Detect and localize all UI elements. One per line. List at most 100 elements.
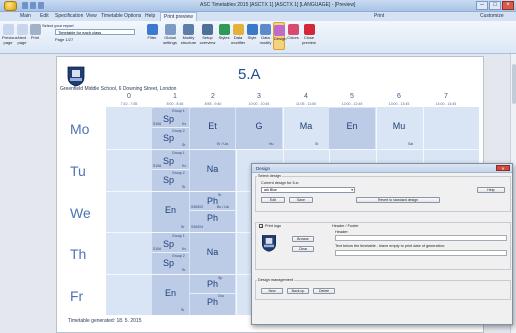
print-button[interactable]: Print xyxy=(29,24,41,41)
header-footer-label: Header / Footer xyxy=(332,224,359,228)
clear-button[interactable]: Clear xyxy=(292,246,314,252)
tab-print-preview[interactable]: Print preview xyxy=(160,12,197,21)
title-bar: ASC Timetables 2015 [ASCTX 1] [ASCTX 1] … xyxy=(0,0,516,12)
modify-structure-button[interactable]: Modify structure xyxy=(180,24,197,45)
window-title: ASC Timetables 2015 [ASCTX 1] [ASCTX 1] … xyxy=(200,2,356,8)
footer-text-label: Text below the timetable - leave empty t… xyxy=(335,244,445,248)
design-button[interactable]: Design xyxy=(273,22,286,50)
tab-timetable[interactable]: Timetable xyxy=(101,13,123,19)
lesson-subject: Ma xyxy=(299,121,313,131)
filter-icon xyxy=(146,24,158,35)
lesson-cell[interactable]: Sr Ph S30002 Bu / Ua Ph S30004 xyxy=(190,192,235,232)
next-page-button[interactable]: Next page xyxy=(16,24,28,45)
day-label: Tu xyxy=(70,163,86,179)
lesson-cell[interactable]: G Hu xyxy=(236,108,282,149)
maximize-button[interactable]: □ xyxy=(489,1,501,10)
ribbon-tabs: Main Edit Specification View Timetable O… xyxy=(0,12,516,21)
data-modifier-button[interactable]: Data modifier xyxy=(231,24,245,45)
close-preview-button[interactable]: Close preview xyxy=(302,24,316,45)
lesson-cell[interactable]: Sp Ph Gro Ph xyxy=(190,275,235,315)
select-report-label: Select your report xyxy=(42,23,74,28)
minimize-button[interactable]: – xyxy=(476,1,488,10)
data-modify-icon xyxy=(260,24,271,35)
lesson-cell[interactable]: Group 1 Sp S106 Kv Group 2 Sp Sr xyxy=(152,233,189,274)
print-logo-checkbox[interactable]: ✓ xyxy=(259,224,263,229)
ribbon: Previous page Next page Print Select you… xyxy=(0,21,516,54)
setup-overview-button[interactable]: Setup overview xyxy=(199,24,216,45)
dialog-close-button[interactable]: ✕ xyxy=(496,165,510,171)
colors-button[interactable]: Colors xyxy=(287,24,299,41)
save-button[interactable]: Save xyxy=(289,197,313,203)
day-label: We xyxy=(70,205,91,221)
design-select[interactable]: ark Blue ▾ xyxy=(261,187,355,193)
select-design-label: Select design xyxy=(257,174,282,178)
styles-button[interactable]: Styles xyxy=(218,24,230,41)
new-button[interactable]: New xyxy=(261,288,283,294)
period-time: 11:05 - 11:50 xyxy=(295,102,317,106)
header-label: Header: xyxy=(335,230,349,234)
logo-preview-icon xyxy=(262,235,276,252)
lesson-cell[interactable]: En Sr xyxy=(152,275,189,315)
day-label: Fr xyxy=(70,288,84,304)
edit-button[interactable]: Edit xyxy=(261,197,285,203)
browse-button[interactable]: Browse xyxy=(292,236,314,242)
tab-view[interactable]: View xyxy=(86,13,97,19)
previous-page-button[interactable]: Previous page xyxy=(2,24,18,45)
footer-input[interactable] xyxy=(335,250,507,256)
help-button[interactable]: Help xyxy=(477,187,505,193)
period-time: 7:10 - 7:55 xyxy=(120,102,138,106)
undo-icon[interactable] xyxy=(30,2,36,9)
lesson-cell[interactable]: Et Er / Ua xyxy=(190,108,235,149)
period-time: 14:00 - 14:45 xyxy=(435,102,457,106)
lesson-teacher: Sr xyxy=(315,142,319,146)
close-preview-icon xyxy=(303,24,315,35)
period-number: 4 xyxy=(304,93,308,100)
save-icon[interactable] xyxy=(22,2,28,9)
app-menu-icon[interactable] xyxy=(4,1,17,11)
redo-icon[interactable] xyxy=(38,2,44,9)
delete-button[interactable]: Delete xyxy=(313,288,335,294)
style-button[interactable]: Style xyxy=(246,24,258,41)
lesson-cell[interactable]: En xyxy=(329,108,375,149)
printer-icon xyxy=(29,24,41,35)
period-number: 6 xyxy=(397,93,401,100)
settings-icon xyxy=(164,24,176,35)
lesson-cell[interactable]: Na xyxy=(190,150,235,191)
back-up-button[interactable]: Back up xyxy=(287,288,309,294)
report-select[interactable]: Timetable for each class xyxy=(55,29,135,35)
customize-menu[interactable]: Customize xyxy=(480,13,504,19)
period-number: 2 xyxy=(211,93,215,100)
lesson-teacher: Sal xyxy=(408,142,414,146)
filter-button[interactable]: Filter xyxy=(145,24,159,41)
lesson-subject: Mu xyxy=(392,121,406,131)
lesson-cell[interactable]: En Sr xyxy=(152,192,189,232)
global-settings-button[interactable]: Global settings xyxy=(162,24,178,45)
generated-date: Timetable generated: 18. 5. 2015 xyxy=(68,318,142,324)
tab-edit[interactable]: Edit xyxy=(40,13,49,19)
revert-button[interactable]: Revert to standard design xyxy=(356,197,440,203)
current-design-label: Current design for 5.a: xyxy=(261,181,299,185)
scrollbar-thumb[interactable] xyxy=(512,64,516,104)
period-number: 5 xyxy=(350,93,354,100)
tab-specification[interactable]: Specification xyxy=(55,13,83,19)
period-time: 8:55 - 9:40 xyxy=(204,102,222,106)
tab-main[interactable]: Main xyxy=(20,13,31,19)
page-counter: Page 1/27 xyxy=(55,37,74,42)
period-number: 3 xyxy=(257,93,261,100)
period-number: 7 xyxy=(444,93,448,100)
close-button[interactable]: × xyxy=(502,1,514,10)
data-modify-button[interactable]: Data modify xyxy=(259,24,272,45)
lesson-cell[interactable]: Group 1 Sp S106 Kv Group 2 Sp Sr xyxy=(152,108,189,149)
header-input[interactable] xyxy=(335,235,507,241)
lesson-cell[interactable]: Group 1 Sp S106 Kv Group 2 Sp Sr xyxy=(152,150,189,191)
lesson-cell[interactable]: Na xyxy=(190,233,235,274)
next-page-icon xyxy=(16,24,28,35)
print-logo-label: Print logo xyxy=(265,224,282,228)
structure-icon xyxy=(183,24,194,35)
school-crest-icon xyxy=(67,66,85,87)
tab-options[interactable]: Options xyxy=(124,13,141,19)
design-icon xyxy=(274,25,285,36)
period-number: 0 xyxy=(127,93,131,100)
print-menu[interactable]: Print xyxy=(374,13,384,19)
tab-help[interactable]: Help xyxy=(145,13,155,19)
